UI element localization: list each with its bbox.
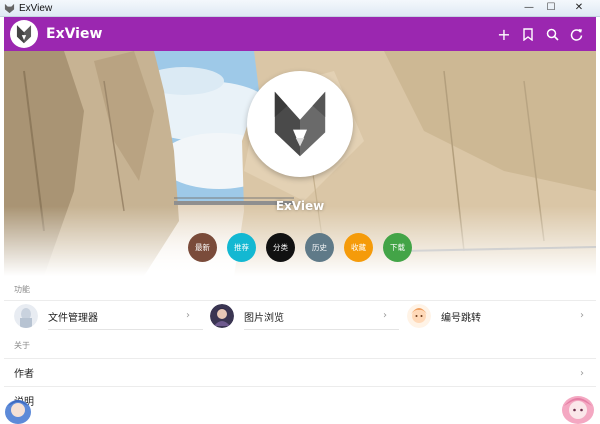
about-author-item[interactable]: 作者 › [4, 358, 596, 386]
category-chips: 最新 推荐 分类 历史 收藏 下载 [188, 233, 422, 262]
add-button[interactable]: + [492, 22, 516, 46]
fox-avatar-icon [274, 91, 326, 157]
feature-id-jump[interactable]: 编号跳转 [407, 301, 481, 331]
features-section-title: 功能 [14, 285, 30, 294]
app-logo[interactable] [10, 20, 38, 48]
app-bar: ExView + [4, 17, 596, 51]
bookmark-button[interactable] [516, 22, 540, 46]
chip-downloads[interactable]: 下载 [383, 233, 412, 262]
feature-file-manager[interactable]: 文件管理器 [14, 301, 98, 331]
file-manager-thumbnail [14, 304, 38, 328]
chevron-right-icon: › [580, 310, 584, 321]
chip-history[interactable]: 历史 [305, 233, 334, 262]
close-button[interactable]: ✕ [562, 0, 596, 15]
refresh-button[interactable] [564, 22, 588, 46]
appbar-actions: + [492, 17, 588, 51]
feature-image-browser[interactable]: 图片浏览 [210, 301, 284, 331]
fox-logo-icon [16, 25, 32, 44]
features-row: 文件管理器 › 图片浏览 › 编号跳转 › [4, 300, 596, 330]
id-jump-label: 编号跳转 [441, 312, 481, 324]
chip-categories[interactable]: 分类 [266, 233, 295, 262]
profile-avatar[interactable] [247, 71, 353, 177]
search-button[interactable] [540, 22, 564, 46]
file-manager-label: 文件管理器 [48, 312, 98, 324]
chevron-right-icon: › [580, 368, 584, 379]
chevron-right-icon: › [186, 310, 190, 321]
image-browser-thumbnail [210, 304, 234, 328]
id-jump-thumbnail [407, 304, 431, 328]
add-icon: + [497, 24, 511, 44]
anime-sticker-left-image [5, 400, 31, 424]
anime-sticker-right-image [562, 396, 594, 424]
app-title: ExView [46, 26, 103, 42]
app-window-icon [4, 3, 15, 13]
about-section-title: 关于 [14, 341, 30, 350]
chip-favorites[interactable]: 收藏 [344, 233, 373, 262]
about-description-item[interactable]: 说明 [4, 386, 596, 414]
minimize-button[interactable]: — [518, 0, 540, 15]
window-title: ExView [19, 2, 53, 14]
window-controls: — ☐ ✕ [518, 0, 596, 15]
chip-recommended[interactable]: 推荐 [227, 233, 256, 262]
author-label: 作者 [14, 369, 34, 380]
profile-name: ExView [275, 199, 325, 213]
bookmark-icon [523, 27, 533, 41]
window-titlebar: ExView — ☐ ✕ [0, 0, 600, 17]
divider [48, 329, 203, 330]
image-browser-label: 图片浏览 [244, 312, 284, 324]
profile-hero: ExView 最新 推荐 分类 历史 收藏 下载 [4, 51, 596, 276]
maximize-button[interactable]: ☐ [540, 0, 562, 15]
chip-latest[interactable]: 最新 [188, 233, 217, 262]
refresh-icon [570, 28, 582, 41]
search-icon [546, 28, 559, 41]
divider [244, 329, 399, 330]
chevron-right-icon: › [383, 310, 387, 321]
